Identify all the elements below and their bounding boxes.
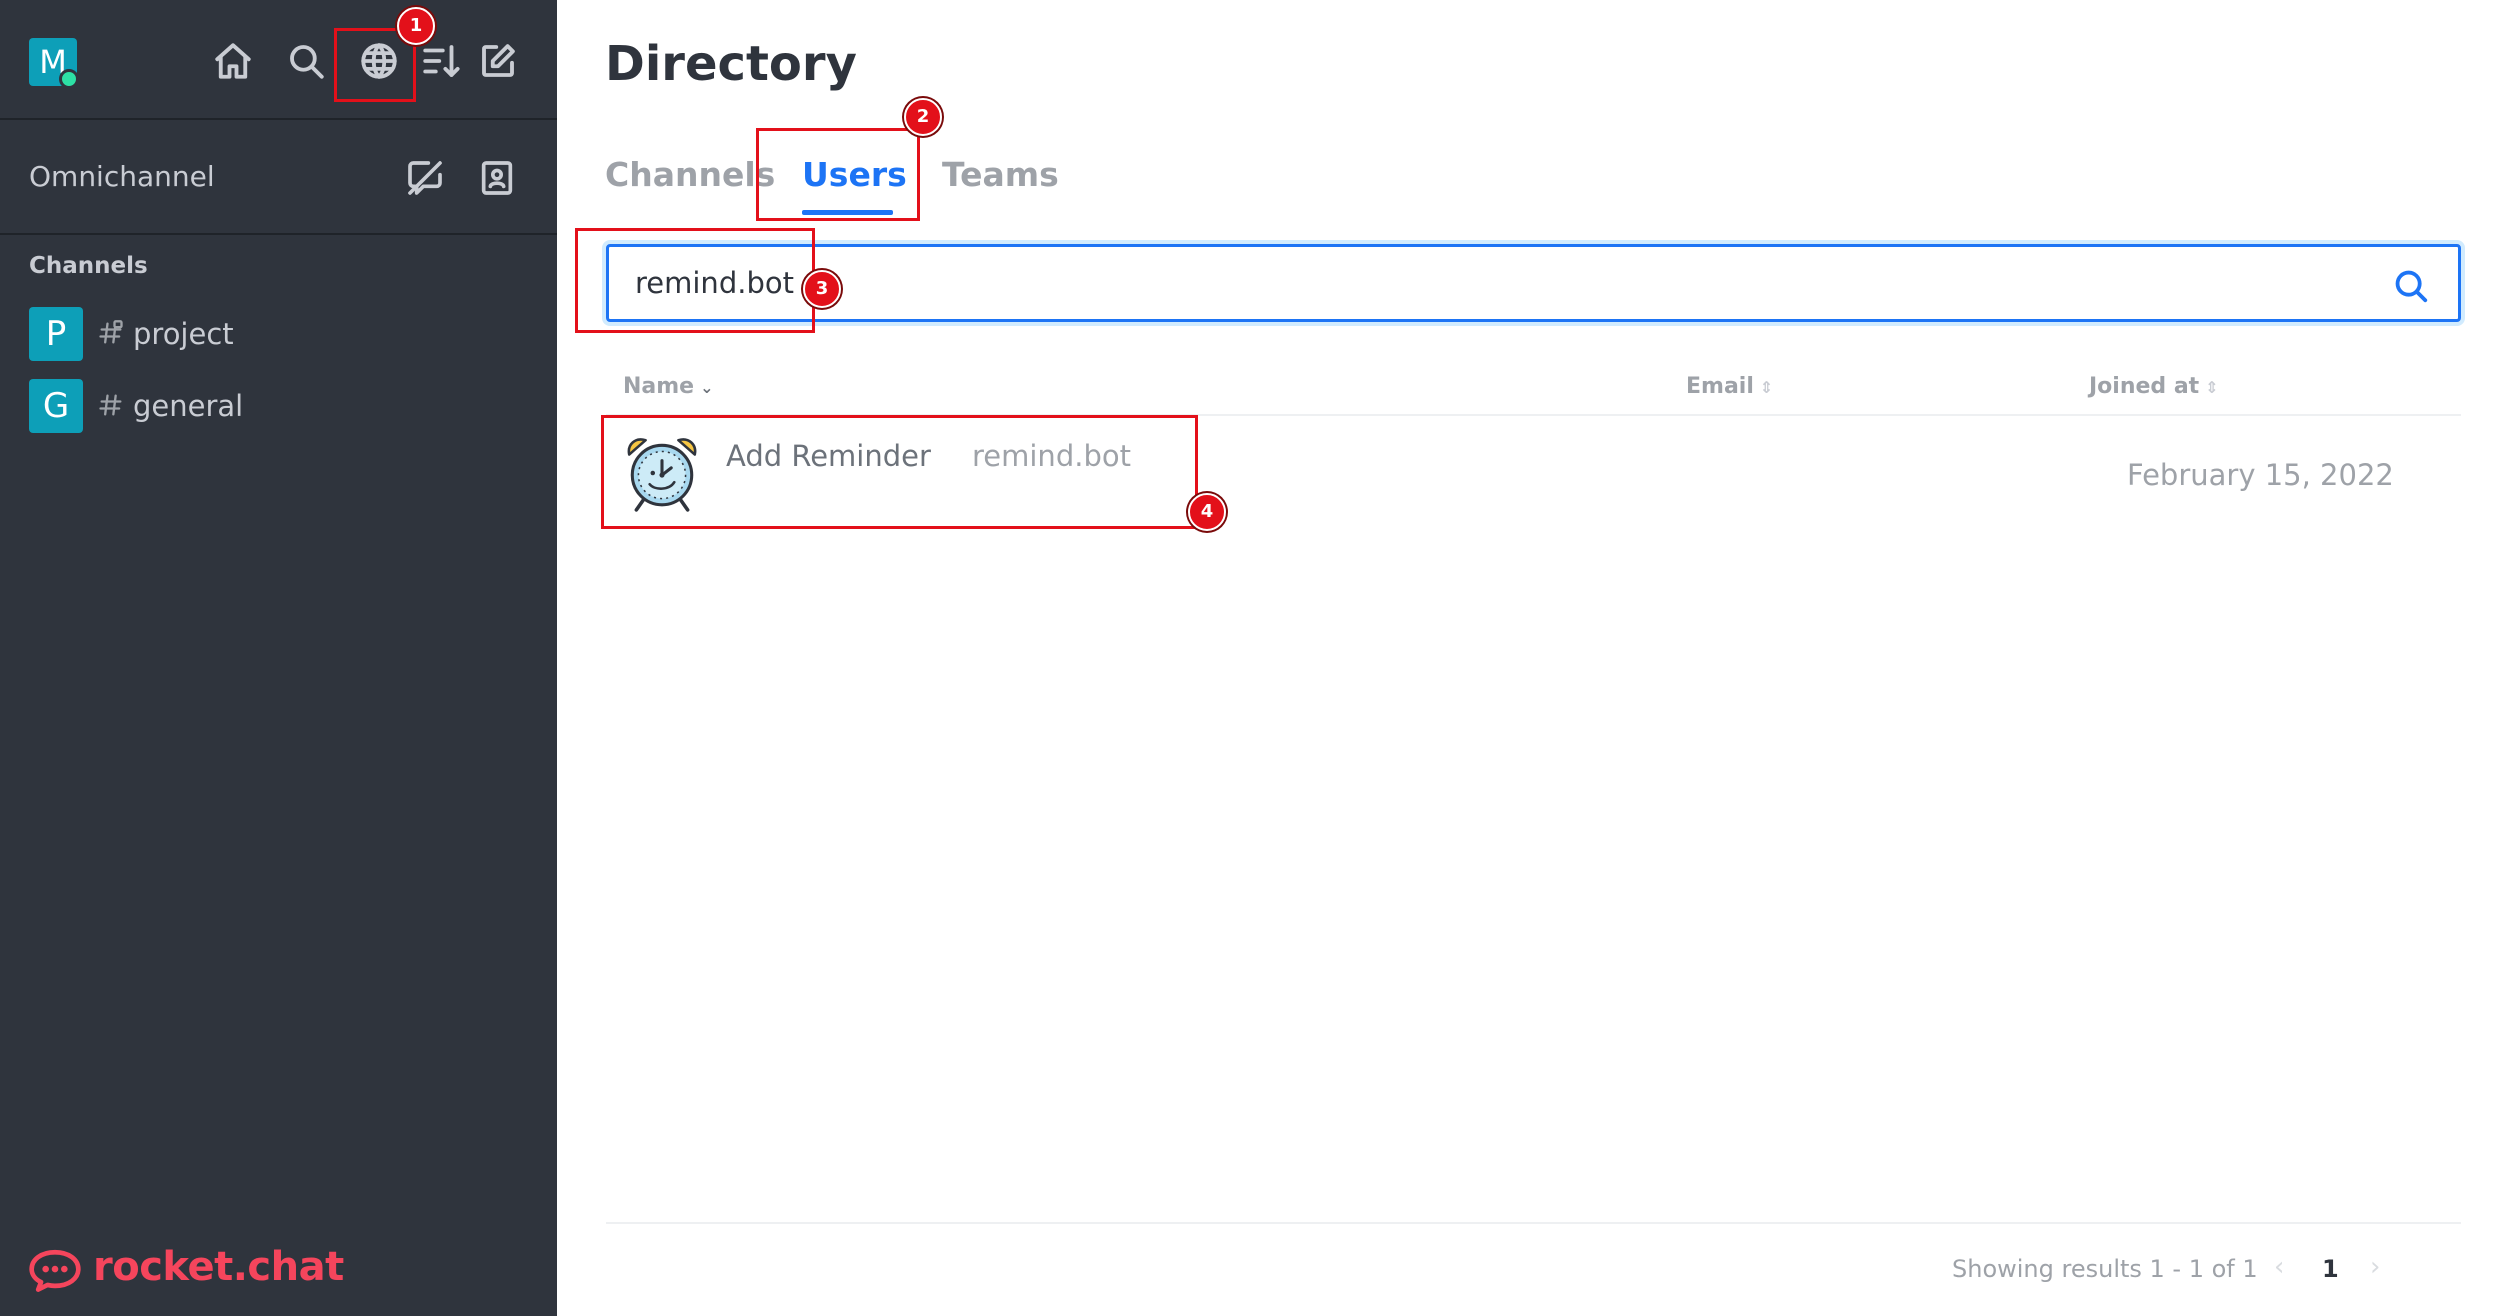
rocket-chat-logo-icon	[29, 1249, 81, 1292]
channels-section-title: Channels	[29, 253, 148, 279]
results-summary: Showing results 1 - 1 of 1	[1952, 1255, 2258, 1283]
online-status-indicator	[59, 69, 79, 89]
column-header-label: Name	[623, 374, 695, 399]
tab-teams[interactable]: Teams	[942, 155, 1059, 194]
search-icon[interactable]	[285, 40, 327, 82]
sidebar-toolbar: M	[0, 0, 557, 120]
annotation-box-4	[601, 415, 1198, 529]
column-header-email[interactable]: Email ⇕	[1686, 374, 1773, 399]
search-icon[interactable]	[2392, 267, 2430, 305]
omnichannel-label: Omnichannel	[29, 160, 215, 193]
sidebar-item-project[interactable]: P project	[29, 307, 529, 363]
brand-wordmark: rocket.chat	[93, 1244, 344, 1290]
omnichannel-status-icon[interactable]	[405, 158, 445, 198]
annotation-badge-1: 1	[397, 7, 435, 45]
column-header-name[interactable]: Name ⌄	[623, 374, 714, 399]
annotation-box-3	[575, 228, 815, 333]
rocket-chat-logo: rocket.chat	[27, 1244, 347, 1294]
column-header-joined-at[interactable]: Joined at ⇕	[2089, 374, 2219, 399]
sort-icon[interactable]	[420, 40, 462, 82]
room-avatar: G	[29, 379, 83, 433]
annotation-box-2	[756, 128, 920, 221]
home-icon[interactable]	[212, 40, 254, 82]
channel-hash-icon	[97, 385, 127, 425]
annotation-badge-2: 2	[904, 98, 942, 136]
sort-icon: ⇕	[2205, 378, 2219, 397]
sort-icon: ⇕	[1759, 378, 1774, 397]
contact-center-icon[interactable]	[477, 158, 517, 198]
room-avatar: P	[29, 307, 83, 361]
annotation-badge-4: 4	[1188, 493, 1226, 531]
page-number-button[interactable]: 1	[2322, 1255, 2339, 1283]
search-field[interactable]	[606, 244, 2461, 322]
create-new-icon[interactable]	[477, 40, 519, 82]
next-page-button[interactable]: ›	[2370, 1252, 2380, 1282]
page-title: Directory	[605, 36, 857, 92]
tab-channels[interactable]: Channels	[605, 155, 775, 194]
room-name: general	[133, 389, 244, 423]
search-input[interactable]	[635, 265, 2335, 301]
app-window: M Omnichannel Channels P project G gener…	[0, 0, 2507, 1316]
column-header-label: Email	[1686, 374, 1754, 399]
table-footer-divider	[606, 1222, 2461, 1224]
previous-page-button[interactable]: ‹	[2274, 1252, 2284, 1282]
sort-icon: ⌄	[700, 378, 714, 397]
sidebar-item-general[interactable]: G general	[29, 379, 529, 435]
user-joined-date: February 15, 2022	[2127, 458, 2394, 492]
private-channel-hash-icon	[97, 313, 127, 353]
annotation-badge-3: 3	[803, 270, 841, 308]
sidebar: M Omnichannel Channels P project G gener…	[0, 0, 557, 1316]
room-name: project	[133, 317, 234, 351]
omnichannel-section: Omnichannel	[0, 120, 557, 235]
column-header-label: Joined at	[2089, 374, 2200, 399]
